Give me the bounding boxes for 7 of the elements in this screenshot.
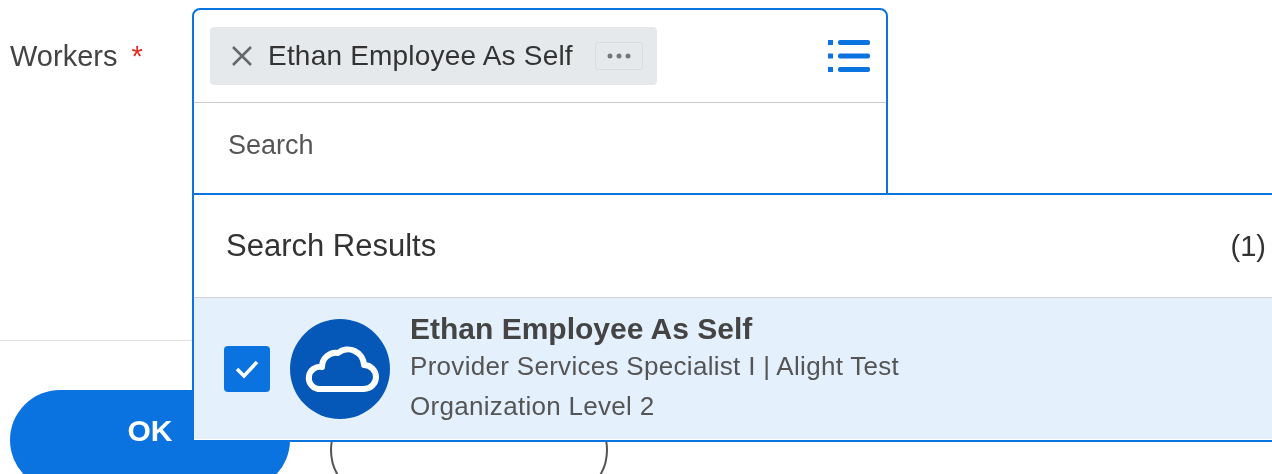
result-name: Ethan Employee As Self xyxy=(410,311,754,346)
required-mark: * xyxy=(131,40,143,73)
results-count: (1) xyxy=(1230,229,1266,263)
results-title: Search Results xyxy=(226,228,437,264)
token-label: Ethan Employee As Self xyxy=(268,40,573,72)
field-label: Workers xyxy=(10,40,118,73)
result-detail: Provider Services Specialist I | Alight Test Organization Level 2 xyxy=(410,349,901,423)
